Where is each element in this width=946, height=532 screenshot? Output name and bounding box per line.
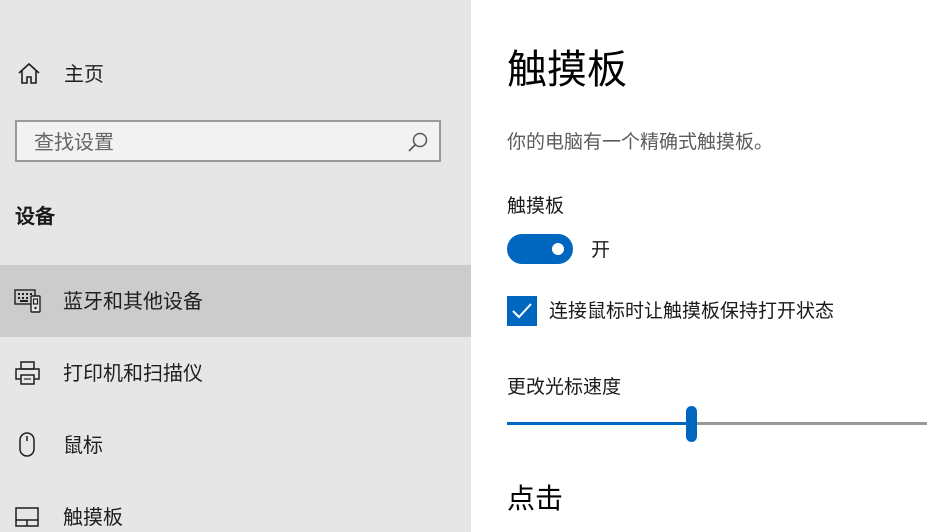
taps-heading: 点击 [507,482,564,515]
sidebar-item-label: 鼠标 [63,433,103,457]
checkmark-icon [512,303,532,319]
sidebar-item-label: 蓝牙和其他设备 [63,289,203,313]
page-title: 触摸板 [507,47,627,93]
sidebar-item-printers[interactable]: 打印机和扫描仪 [0,337,471,409]
toggle-knob [552,243,564,255]
sidebar: 主页 查找设置 设备 蓝牙和其他设备 打印机和扫描仪 鼠标 触摸板 [0,0,471,532]
search-input[interactable]: 查找设置 [15,120,441,162]
cursor-speed-label: 更改光标速度 [507,376,622,398]
search-placeholder: 查找设置 [34,130,114,154]
sidebar-home-item[interactable]: 主页 [0,50,471,98]
touchpad-toggle-state: 开 [591,239,611,261]
sidebar-item-label: 触摸板 [63,505,123,529]
touchpad-toggle-label: 触摸板 [507,195,565,217]
sidebar-item-touchpad[interactable]: 触摸板 [0,481,471,532]
bluetooth-devices-icon [14,287,42,315]
sidebar-item-label: 打印机和扫描仪 [63,361,203,385]
touchpad-toggle[interactable] [507,234,573,264]
keep-on-with-mouse-checkbox[interactable] [507,296,537,326]
search-icon[interactable] [407,131,429,153]
section-title: 设备 [15,204,55,228]
touchpad-icon [14,503,42,531]
cursor-speed-slider[interactable] [507,422,927,425]
settings-window: 主页 查找设置 设备 蓝牙和其他设备 打印机和扫描仪 鼠标 触摸板 触摸板 你的… [0,0,946,532]
home-icon [16,62,42,86]
mouse-icon [14,431,42,459]
sidebar-home-label: 主页 [64,62,104,86]
sidebar-item-bluetooth[interactable]: 蓝牙和其他设备 [0,265,471,337]
main-content: 触摸板 你的电脑有一个精确式触摸板。 触摸板 开 连接鼠标时让触摸板保持打开状态… [471,0,946,532]
slider-fill [507,422,692,425]
page-description: 你的电脑有一个精确式触摸板。 [507,131,774,153]
slider-thumb[interactable] [686,406,697,442]
printer-icon [14,359,42,387]
keep-on-with-mouse-label[interactable]: 连接鼠标时让触摸板保持打开状态 [549,298,834,324]
sidebar-item-mouse[interactable]: 鼠标 [0,409,471,481]
